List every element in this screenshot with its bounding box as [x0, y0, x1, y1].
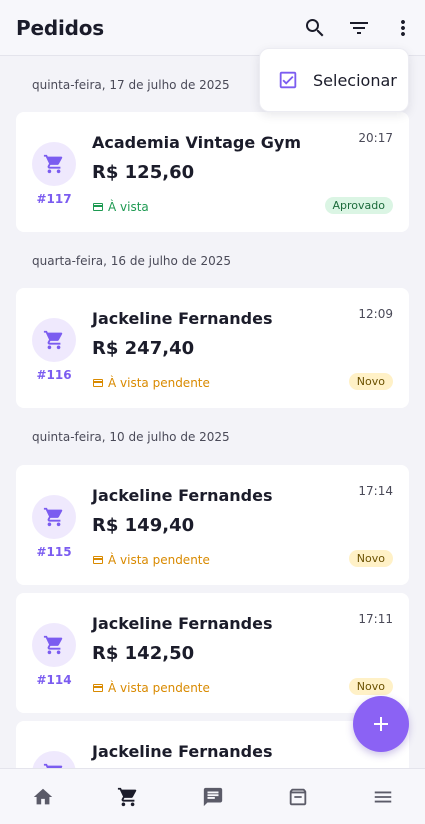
customer-name: Jackeline Fernandes [92, 309, 273, 328]
shopping-cart-icon [43, 330, 63, 350]
order-card[interactable]: #116 Jackeline Fernandes 12:09 R$ 247,40… [16, 288, 409, 408]
status-badge: Aprovado [324, 197, 393, 214]
chat-icon [203, 787, 222, 806]
payment-method: À vista pendente [92, 553, 210, 567]
order-avatar [32, 623, 76, 667]
search-button[interactable] [293, 6, 337, 50]
order-number: #115 [36, 545, 72, 559]
date-header: quinta-feira, 10 de julho de 2025 [32, 430, 230, 444]
order-time: 17:14 [358, 484, 393, 498]
page-title: Pedidos [16, 15, 104, 40]
home-icon [33, 788, 52, 804]
nav-orders[interactable] [85, 769, 170, 824]
status-badge: Novo [348, 678, 393, 695]
filter-button[interactable] [337, 6, 381, 50]
nav-archive[interactable] [255, 769, 340, 824]
filter-icon [350, 22, 368, 34]
menu-icon [374, 791, 391, 802]
customer-name: Academia Vintage Gym [92, 133, 302, 152]
credit-card-icon [93, 203, 103, 211]
plus-icon [374, 717, 388, 731]
select-menu-label[interactable]: Selecionar [313, 71, 397, 90]
order-amount: R$ 125,60 [92, 162, 195, 183]
status-badge: Novo [348, 373, 393, 390]
order-amount: R$ 247,40 [92, 338, 195, 359]
checkbox-icon [279, 71, 297, 89]
credit-card-icon [93, 684, 103, 692]
select-menu-item[interactable] [277, 69, 299, 91]
credit-card-icon [93, 556, 103, 564]
order-amount: R$ 142,50 [92, 643, 195, 664]
shopping-cart-icon [43, 154, 63, 174]
customer-name: Jackeline Fernandes [92, 486, 273, 505]
nav-home[interactable] [0, 769, 85, 824]
order-card[interactable]: #114 Jackeline Fernandes 17:11 R$ 142,50… [16, 593, 409, 713]
order-time: 17:11 [358, 612, 393, 626]
date-header: quinta-feira, 17 de julho de 2025 [32, 78, 230, 92]
payment-method: À vista pendente [92, 376, 210, 390]
payment-label: À vista [108, 200, 149, 214]
credit-card-icon [93, 379, 103, 387]
order-card[interactable]: #115 Jackeline Fernandes 17:14 R$ 149,40… [16, 465, 409, 585]
shopping-cart-icon [43, 507, 63, 527]
order-number: #116 [36, 368, 72, 382]
order-avatar [32, 142, 76, 186]
date-header: quarta-feira, 16 de julho de 2025 [32, 254, 232, 268]
status-badge: Novo [348, 550, 393, 567]
search-icon [306, 19, 324, 37]
archive-icon [289, 788, 306, 805]
order-amount: R$ 149,40 [92, 515, 195, 536]
payment-label: À vista pendente [108, 376, 210, 390]
customer-name: Jackeline Fernandes [92, 742, 273, 761]
payment-label: À vista pendente [108, 681, 210, 695]
cart-icon [117, 787, 136, 806]
order-avatar [32, 318, 76, 362]
payment-label: À vista pendente [108, 553, 210, 567]
nav-messages[interactable] [170, 769, 255, 824]
more-vert-icon [401, 20, 405, 36]
overflow-menu: Selecionar [259, 48, 409, 112]
order-time: 20:17 [358, 131, 393, 145]
order-avatar [32, 495, 76, 539]
order-card[interactable]: #117 Academia Vintage Gym 20:17 R$ 125,6… [16, 112, 409, 232]
shopping-cart-icon [43, 635, 63, 655]
payment-method: À vista pendente [92, 681, 210, 695]
payment-method: À vista [92, 200, 149, 214]
order-time: 12:09 [358, 307, 393, 321]
customer-name: Jackeline Fernandes [92, 614, 273, 633]
nav-menu[interactable] [340, 769, 425, 824]
order-number: #117 [36, 192, 72, 206]
bottom-navigation [0, 768, 425, 824]
add-order-button[interactable] [353, 696, 409, 752]
order-number: #114 [36, 673, 72, 687]
more-options-button[interactable] [381, 6, 425, 50]
